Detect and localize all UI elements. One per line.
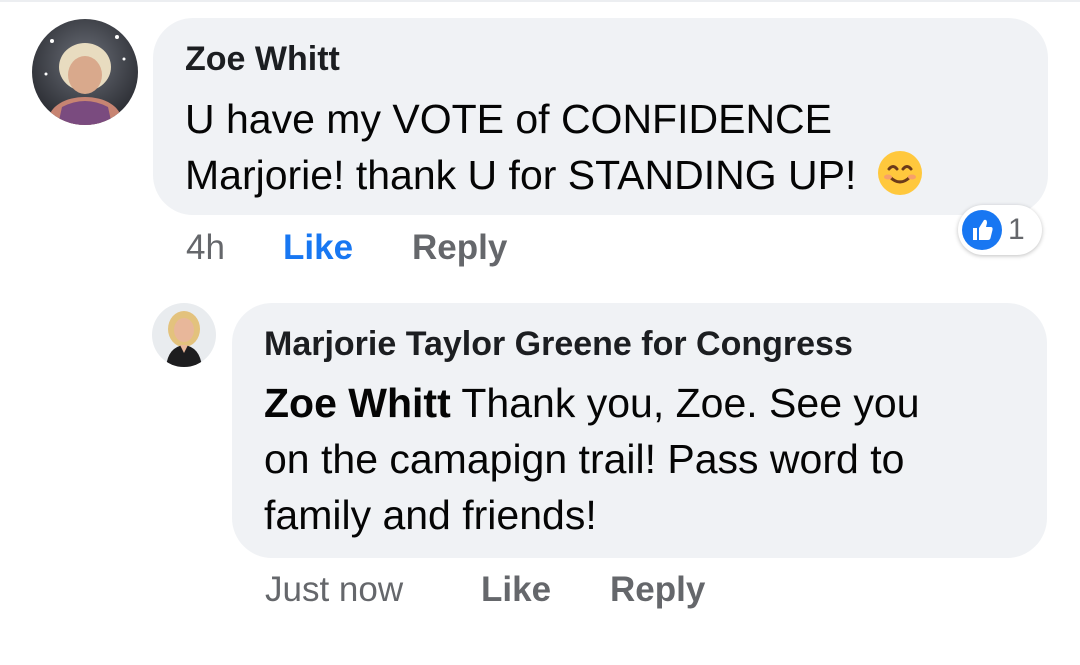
comment-line-2-text: Marjorie! thank U for STANDING UP!	[185, 152, 857, 198]
zoe-avatar[interactable]	[32, 19, 138, 125]
reply-time[interactable]: Just now	[265, 570, 403, 610]
reply-bubble: Marjorie Taylor Greene for Congress Zoe …	[232, 303, 1047, 558]
reply-text: Zoe Whitt Thank you, Zoe. See you on the…	[264, 375, 920, 543]
reply-line-3: family and friends!	[264, 492, 597, 538]
comment-line-1: U have my VOTE of CONFIDENCE	[185, 96, 833, 142]
comment-bubble: Zoe Whitt U have my VOTE of CONFIDENCE M…	[153, 18, 1048, 215]
comment-like-button[interactable]: Like	[283, 228, 353, 268]
comment-line-2: Marjorie! thank U for STANDING UP!	[185, 147, 924, 211]
reply-reply-button[interactable]: Reply	[610, 570, 705, 610]
reply-line-1: Zoe Whitt Thank you, Zoe. See you	[264, 375, 920, 431]
reply-line-1-text: Thank you, Zoe. See you	[450, 380, 920, 426]
reaction-badge[interactable]: 1	[958, 205, 1042, 255]
reply-line-2: on the camapign trail! Pass word to	[264, 436, 905, 482]
reply-mention[interactable]: Zoe Whitt	[264, 380, 451, 426]
comment-author[interactable]: Zoe Whitt	[185, 40, 340, 79]
reaction-count: 1	[1008, 213, 1025, 246]
smiling-face-emoji-icon	[876, 149, 924, 211]
reply-author[interactable]: Marjorie Taylor Greene for Congress	[264, 325, 853, 364]
top-divider	[0, 0, 1080, 2]
reply-like-button[interactable]: Like	[481, 570, 551, 610]
thumbs-up-icon	[962, 210, 1002, 250]
comment-time[interactable]: 4h	[186, 228, 225, 268]
comment-reply-button[interactable]: Reply	[412, 228, 507, 268]
comment-text: U have my VOTE of CONFIDENCE Marjorie! t…	[185, 91, 924, 211]
marjorie-avatar[interactable]	[152, 303, 216, 367]
